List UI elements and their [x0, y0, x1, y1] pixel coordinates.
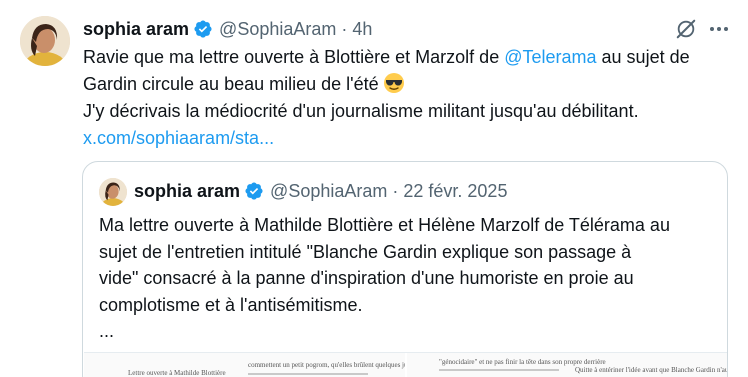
quoted-line-2: sujet de l'entretien intitulé "Blanche G… — [99, 241, 632, 262]
tweet-text-segment: Ravie que ma lettre ouverte à Blottière … — [83, 47, 505, 67]
quoted-avatar-image — [99, 178, 127, 206]
meta-separator: · — [341, 18, 348, 39]
avatar[interactable] — [20, 16, 70, 66]
quoted-handle[interactable]: @SophiaAram — [270, 181, 387, 201]
tweet-text-segment: au sujet de — [596, 47, 690, 67]
quoted-author-name[interactable]: sophia aram — [134, 181, 240, 202]
tweet-time[interactable]: 4h — [352, 19, 372, 39]
avatar-image — [20, 16, 70, 66]
quoted-media[interactable]: Lettre ouverte à Mathilde Blottière comm… — [84, 352, 728, 377]
doc-text-line — [248, 373, 368, 375]
letter-page-image[interactable]: "génocidaire" et ne pas finir la tête da… — [405, 353, 728, 377]
quoted-line-4: complotisme et à l'antisémitisme. — [99, 294, 363, 315]
tweet-line-1: Ravie que ma lettre ouverte à Blottière … — [83, 44, 733, 71]
quoted-text: Ma lettre ouverte à Mathilde Blottière e… — [99, 212, 719, 345]
tweet-line-2: Gardin circule au beau milieu de l'été — [83, 71, 733, 98]
quoted-ellipsis: ... — [99, 321, 115, 341]
tweet-url-link[interactable]: x.com/sophiaaram/sta... — [83, 125, 733, 152]
quoted-avatar[interactable] — [99, 178, 127, 206]
author-handle[interactable]: @SophiaAram — [219, 19, 336, 39]
quoted-meta: @SophiaAram · 22 févr. 2025 — [270, 181, 507, 202]
tweet-line-3: J'y décrivais la médiocrité d'un journal… — [83, 101, 639, 121]
tweet-header: sophia aram @SophiaAram · 4h — [83, 17, 372, 41]
sunglasses-emoji-icon — [383, 72, 405, 94]
quoted-header: sophia aram @SophiaAram · 22 févr. 2025 — [134, 179, 507, 203]
mention-link[interactable]: @Telerama — [504, 47, 596, 67]
letter-page-image[interactable]: Lettre ouverte à Mathilde Blottière comm… — [84, 353, 405, 377]
tweet[interactable]: sophia aram @SophiaAram · 4h Ravie que ma … — [0, 0, 748, 377]
tweet-meta: @SophiaAram · 4h — [219, 19, 372, 40]
quoted-date[interactable]: 22 févr. 2025 — [403, 181, 507, 201]
author-name[interactable]: sophia aram — [83, 19, 189, 40]
quoted-line-1: Ma lettre ouverte à Mathilde Blottière e… — [99, 215, 670, 235]
verified-badge-icon — [193, 19, 213, 39]
quoted-tweet[interactable]: sophia aram @SophiaAram · 22 févr. 2025 Ma… — [82, 161, 728, 377]
grok-icon[interactable] — [675, 18, 697, 40]
doc-snippet: Quitte à entériner l'idée avant que Blan… — [575, 366, 728, 374]
verified-badge-icon — [244, 181, 264, 201]
more-icon[interactable] — [707, 18, 731, 40]
doc-snippet: commettent un petit pogrom, qu'elles brû… — [248, 361, 405, 369]
doc-snippet: "génocidaire" et ne pas finir la tête da… — [439, 358, 606, 366]
doc-text-line — [439, 369, 559, 371]
quoted-line-3: vide" consacré à la panne d'inspiration … — [99, 268, 634, 288]
tweet-text: Ravie que ma lettre ouverte à Blottière … — [83, 44, 733, 152]
meta-separator: · — [392, 180, 399, 201]
doc-snippet: Lettre ouverte à Mathilde Blottière — [128, 369, 226, 377]
tweet-text-segment: Gardin circule au beau milieu de l'été — [83, 74, 379, 94]
